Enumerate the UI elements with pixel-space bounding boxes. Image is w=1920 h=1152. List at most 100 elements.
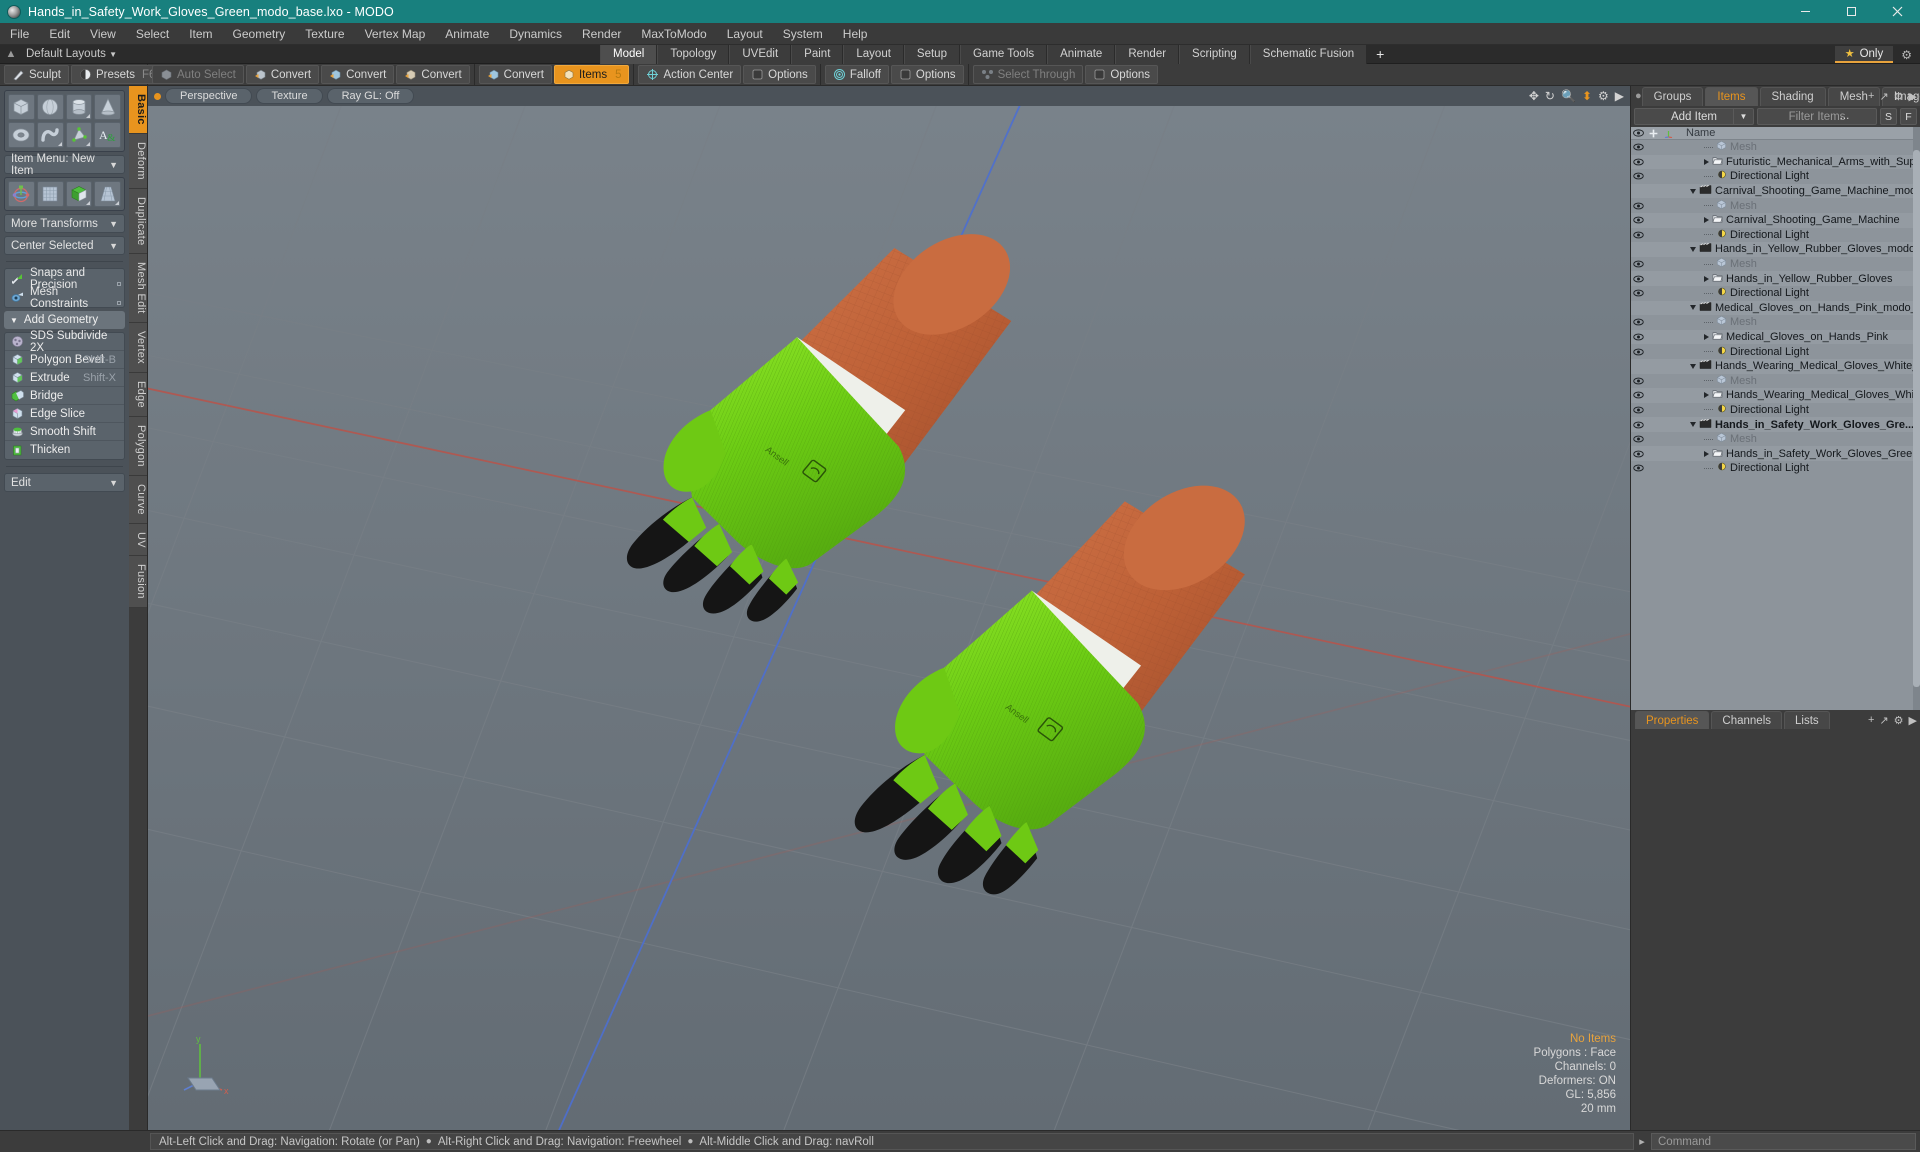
row-name-cell[interactable]: Hands_Wearing_Medical_Gloves_White_m ... [1676,359,1920,373]
row-visibility-toggle[interactable] [1631,464,1646,472]
panel-menu-dot-icon[interactable]: ● [1635,86,1642,106]
chevron-down-icon[interactable]: ▼ [1733,109,1753,124]
table-row[interactable]: Futuristic_Mechanical_Arms_with_Suppl ..… [1631,154,1920,170]
row-name-cell[interactable]: Directional Light [1676,461,1809,475]
gear-icon[interactable]: ⚙ [1598,89,1609,103]
tab-properties[interactable]: Properties [1635,711,1710,729]
expand-arrow-icon[interactable] [1704,275,1709,282]
scrollbar-thumb[interactable] [1913,150,1920,687]
text-primitive-icon[interactable]: A & [94,122,121,148]
row-name-cell[interactable]: Hands_in_Safety_Work_Gloves_Green [1676,447,1918,461]
gear-icon[interactable]: ⚙ [1897,48,1916,62]
polygon-primitive-icon[interactable] [65,122,93,148]
transform-gizmo-icon[interactable] [8,181,35,207]
close-button[interactable] [1874,0,1920,23]
chevron-right-icon[interactable]: ▸ [1636,1135,1648,1148]
select-through-button[interactable]: Select Through [972,65,1084,84]
more-transforms-dropdown[interactable]: More Transforms ▼ [4,214,125,233]
row-visibility-toggle[interactable] [1631,421,1646,429]
checker-mesh-icon[interactable] [65,181,93,207]
menu-system[interactable]: System [773,23,833,45]
vtab-vertex[interactable]: Vertex [129,322,147,373]
row-visibility-toggle[interactable] [1631,435,1646,443]
collapse-arrow-icon[interactable] [1690,246,1696,252]
row-name-cell[interactable]: Medical_Gloves_on_Hands_Pink_modo_bas... [1676,301,1920,315]
tab-topology[interactable]: Topology [657,45,730,64]
table-row[interactable]: Directional Light [1631,169,1920,184]
row-name-cell[interactable]: Mesh [1676,140,1757,154]
chevron-right-icon[interactable]: ▶ [1909,90,1917,103]
cylinder-primitive-icon[interactable] [65,94,93,120]
action-center-options-button[interactable]: Options [743,65,816,84]
table-row[interactable]: Hands_in_Safety_Work_Gloves_Green [1631,446,1920,462]
minimize-button[interactable] [1782,0,1828,23]
sphere-primitive-icon[interactable] [36,94,64,120]
row-name-cell[interactable]: Directional Light [1676,286,1809,300]
collapse-arrow-icon[interactable] [1690,422,1696,428]
row-name-cell[interactable]: Mesh [1676,199,1757,213]
menu-item[interactable]: Item [179,23,222,45]
row-visibility-toggle[interactable] [1631,158,1646,166]
convert-button-1[interactable]: Convert [245,65,320,84]
tool-sds-subdivide-2x[interactable]: SDS Subdivide 2X [5,330,124,354]
row-visibility-toggle[interactable] [1631,231,1646,239]
tab-game-tools[interactable]: Game Tools [959,45,1048,64]
add-tab-button[interactable]: + [1367,45,1393,64]
row-visibility-toggle[interactable] [1631,333,1646,341]
row-visibility-toggle[interactable] [1631,406,1646,414]
row-visibility-toggle[interactable] [1631,275,1646,283]
tool-extrude[interactable]: Extrude Shift-X [5,369,124,387]
table-row[interactable]: Hands_in_Safety_Work_Gloves_Gre... [1631,417,1920,432]
table-row[interactable]: Carnival_Shooting_Game_Machine [1631,212,1920,228]
vtab-basic[interactable]: Basic [129,86,147,134]
tab-model[interactable]: Model [600,45,658,64]
sculpt-button[interactable]: Sculpt [4,65,69,84]
auto-select-button[interactable]: Auto Select [152,65,244,84]
tab-paint[interactable]: Paint [791,45,844,64]
viewport-perspective-button[interactable]: Perspective [165,88,253,104]
expand-arrow-icon[interactable] [1704,450,1709,457]
collapse-arrow-icon[interactable] [1690,305,1696,311]
cone-primitive-icon[interactable] [94,94,121,120]
expand-icon[interactable]: ↗ [1879,90,1888,103]
options-square-icon[interactable] [117,301,121,305]
add-geometry-group-header[interactable]: ▼ Add Geometry [4,311,125,329]
row-name-cell[interactable]: Directional Light [1676,345,1809,359]
move-icon[interactable]: ✥ [1529,89,1539,103]
tool-edge-slice[interactable]: Edge Slice [5,405,124,423]
row-name-cell[interactable]: Hands_in_Yellow_Rubber_Gloves_modo_b ... [1676,242,1920,256]
filter-s-button[interactable]: S [1880,108,1897,125]
tool-thicken[interactable]: Thicken [5,441,124,459]
tab-shading[interactable]: Shading [1759,87,1826,106]
row-visibility-toggle[interactable] [1631,202,1646,210]
zoom-icon[interactable]: 🔍 [1561,89,1576,103]
menu-animate[interactable]: Animate [435,23,499,45]
tab-channels[interactable]: Channels [1711,711,1783,729]
vtab-deform[interactable]: Deform [129,133,147,189]
table-row[interactable]: Directional Light [1631,286,1920,301]
filter-f-button[interactable]: F [1900,108,1917,125]
menu-select[interactable]: Select [126,23,179,45]
menu-view[interactable]: View [80,23,126,45]
chevron-right-icon[interactable]: ▶ [1909,714,1917,727]
collapse-arrow-icon[interactable] [1690,363,1696,369]
layout-home-icon[interactable]: ▲ [0,48,22,60]
action-center-button[interactable]: Action Center [638,65,742,84]
menu-texture[interactable]: Texture [295,23,354,45]
row-visibility-toggle[interactable] [1631,172,1646,180]
gear-icon[interactable]: ⚙ [1894,90,1904,103]
only-toggle-button[interactable]: ★ Only [1834,46,1894,63]
add-item-button[interactable]: Add Item ▼ [1634,108,1754,125]
row-visibility-toggle[interactable] [1631,143,1646,151]
falloff-button[interactable]: Falloff [824,65,889,84]
expand-arrow-icon[interactable] [1704,158,1709,165]
row-visibility-toggle[interactable] [1631,260,1646,268]
row-name-cell[interactable]: Mesh [1676,315,1757,329]
expand-icon[interactable]: ↗ [1879,714,1888,727]
items-tree[interactable]: Name Mesh Futuristic_Mechanical_Arms_with… [1631,127,1920,710]
vtab-curve[interactable]: Curve [129,475,147,524]
convert-button-2[interactable]: Convert [321,65,395,84]
menu-geometry[interactable]: Geometry [223,23,296,45]
table-row[interactable]: Medical_Gloves_on_Hands_Pink [1631,329,1920,345]
torus-primitive-icon[interactable] [8,122,35,148]
